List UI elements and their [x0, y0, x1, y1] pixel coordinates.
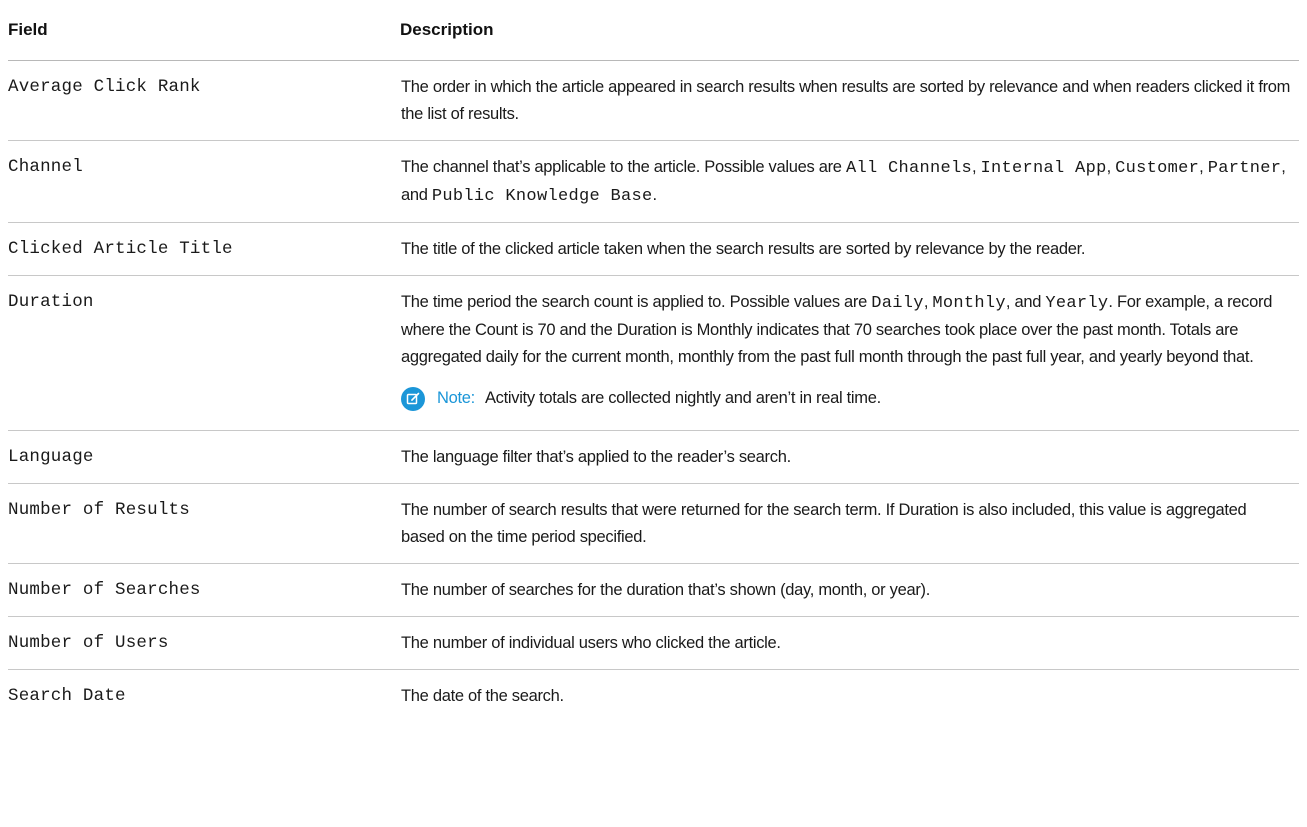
field-description: The number of individual users who click…	[400, 616, 1299, 670]
code-value: All Channels	[845, 159, 972, 178]
header-row: Field Description	[8, 0, 1299, 61]
field-description-table: Field Description Average Click Rank The…	[8, 0, 1299, 722]
edit-note-icon-glyph	[406, 392, 420, 404]
field-description: The title of the clicked article taken w…	[400, 222, 1299, 276]
field-description: The channel that’s applicable to the art…	[400, 140, 1299, 223]
field-name: Language	[8, 430, 400, 484]
code-value: Daily	[871, 294, 924, 313]
note-text: Activity totals are collected nightly an…	[484, 389, 881, 407]
field-description: The number of search results that were r…	[400, 483, 1299, 564]
separator: , and	[1005, 293, 1046, 311]
note-label: Note:	[437, 389, 475, 407]
table-row: Duration The time period the search coun…	[8, 275, 1299, 431]
field-name: Clicked Article Title	[8, 222, 400, 276]
field-column-header: Field	[8, 0, 400, 61]
table-body: Average Click Rank The order in which th…	[8, 60, 1299, 723]
code-value: Public Knowledge Base	[431, 187, 653, 206]
field-description: The order in which the article appeared …	[400, 60, 1299, 141]
table-row: Clicked Article Title The title of the c…	[8, 222, 1299, 276]
description-paragraph: The time period the search count is appl…	[401, 289, 1293, 371]
code-value: Partner	[1207, 159, 1282, 178]
table-row: Channel The channel that’s applicable to…	[8, 140, 1299, 223]
table-row: Language The language filter that’s appl…	[8, 430, 1299, 484]
field-description: The time period the search count is appl…	[400, 275, 1299, 431]
description-text: The time period the search count is appl…	[401, 293, 872, 311]
field-name: Search Date	[8, 686, 126, 706]
field-name: Average Click Rank	[8, 60, 400, 141]
table-row: Number of Searches The number of searche…	[8, 563, 1299, 617]
separator: .	[652, 186, 657, 204]
table-row: Search Date The date of the search.	[8, 670, 1299, 723]
code-value: Yearly	[1045, 294, 1109, 313]
description-column-header: Description	[400, 0, 1299, 61]
field-name: Channel	[8, 140, 400, 223]
separator: ,	[971, 158, 981, 176]
field-description: The language filter that’s applied to th…	[400, 430, 1299, 484]
note-callout: Note: Activity totals are collected nigh…	[401, 385, 1293, 412]
field-name: Duration	[8, 275, 400, 431]
table-row: Number of Users The number of individual…	[8, 616, 1299, 670]
table-row: Average Click Rank The order in which th…	[8, 60, 1299, 141]
description-text: The channel that’s applicable to the art…	[401, 158, 846, 176]
code-value: Internal App	[980, 159, 1107, 178]
separator: ,	[1199, 158, 1208, 176]
field-description: The date of the search.	[401, 687, 564, 705]
field-description: The number of searches for the duration …	[400, 563, 1299, 617]
edit-note-icon	[401, 386, 425, 411]
field-name: Number of Results	[8, 483, 400, 564]
field-name: Number of Users	[8, 616, 400, 670]
separator: ,	[1106, 158, 1116, 176]
code-value: Monthly	[932, 294, 1006, 313]
code-value: Customer	[1115, 159, 1200, 178]
table-row: Number of Results The number of search r…	[8, 483, 1299, 564]
field-name: Number of Searches	[8, 563, 400, 617]
table-header: Field Description	[8, 0, 1299, 61]
